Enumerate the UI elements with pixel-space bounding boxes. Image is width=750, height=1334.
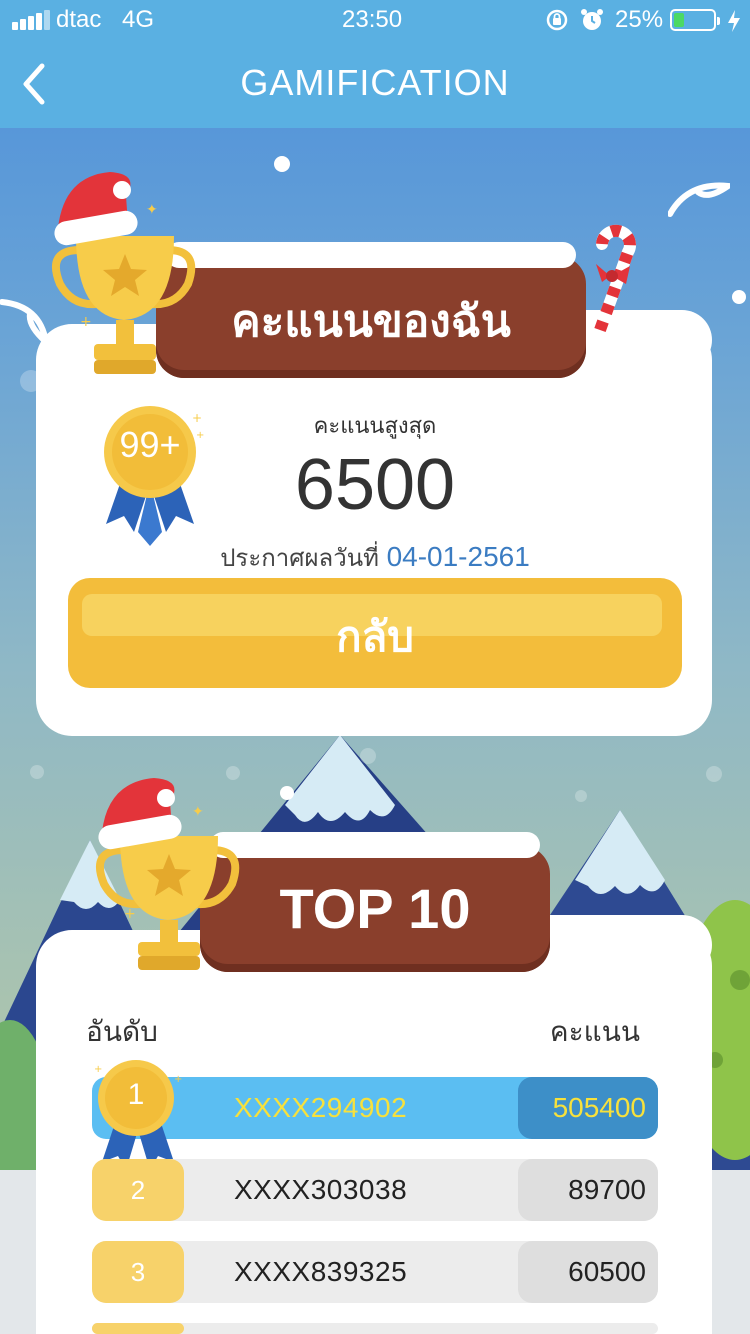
rotation-lock-icon bbox=[546, 9, 568, 31]
rank-badge: 2 bbox=[92, 1159, 184, 1221]
user-id: XXXX839325 bbox=[234, 1256, 408, 1287]
rank-column-header: อันดับ bbox=[86, 1015, 158, 1048]
user-id: XXXX294902 bbox=[234, 1092, 408, 1123]
charging-icon bbox=[728, 10, 740, 32]
network-type: 4G bbox=[122, 6, 155, 33]
svg-text:+: + bbox=[174, 1074, 182, 1085]
trophy-icon: ✦+ bbox=[52, 172, 196, 374]
page-title: GAMIFICATION bbox=[240, 62, 510, 103]
rank-badge bbox=[92, 1323, 184, 1334]
svg-text:+: + bbox=[94, 1064, 102, 1075]
snowflake bbox=[280, 786, 294, 800]
leaderboard-row-partial bbox=[92, 1323, 658, 1334]
snowflake bbox=[706, 766, 722, 782]
announce-line: ประกาศผลวันที่ 04-01-2561 bbox=[170, 538, 580, 577]
leaderboard-row: 3 XXXX839325 60500 bbox=[92, 1241, 658, 1303]
svg-text:+: + bbox=[192, 411, 202, 425]
snowflake bbox=[575, 790, 587, 802]
status-bar: dtac 4G 23:50 25% bbox=[0, 0, 750, 40]
svg-text:✦: ✦ bbox=[192, 804, 204, 820]
high-score-value: 6500 bbox=[294, 445, 456, 525]
my-score-signboard: คะแนนของฉัน bbox=[156, 242, 586, 378]
user-score: 89700 bbox=[518, 1159, 658, 1221]
user-score: 60500 bbox=[518, 1241, 658, 1303]
svg-text:+: + bbox=[80, 314, 92, 330]
signal-icon bbox=[12, 10, 52, 30]
candy-cane-icon bbox=[594, 224, 636, 336]
snowflake bbox=[30, 765, 44, 779]
svg-text:+: + bbox=[124, 906, 136, 922]
back-button-label: กลับ bbox=[336, 613, 414, 660]
announce-label: ประกาศผลวันที่ bbox=[220, 544, 379, 572]
swirl-decoration-icon bbox=[668, 182, 730, 217]
svg-text:✦: ✦ bbox=[146, 202, 158, 218]
nav-bar: GAMIFICATION bbox=[0, 40, 750, 128]
snowflake bbox=[360, 748, 376, 764]
carrier-name: dtac bbox=[56, 6, 102, 33]
snowflake bbox=[274, 156, 290, 172]
announce-date: 04-01-2561 bbox=[386, 541, 530, 572]
alarm-icon bbox=[581, 9, 603, 30]
clock: 23:50 bbox=[342, 6, 403, 33]
app-screen: dtac 4G 23:50 25% GAMIFICATION คะแนนของฉ… bbox=[0, 0, 750, 1334]
back-button[interactable]: กลับ bbox=[68, 578, 682, 688]
rank-number: 1 bbox=[127, 1078, 145, 1111]
my-score-header: คะแนนของฉัน bbox=[231, 296, 511, 347]
battery-percent: 25% bbox=[615, 6, 664, 33]
leaderboard-header: TOP 10 bbox=[279, 877, 471, 940]
medal-badge-text: 99+ bbox=[119, 424, 181, 465]
rank-badge: 3 bbox=[92, 1241, 184, 1303]
leaderboard-row: 2 XXXX303038 89700 bbox=[92, 1159, 658, 1221]
snowflake bbox=[732, 290, 746, 304]
leaderboard-signboard: TOP 10 bbox=[200, 832, 550, 972]
user-id: XXXX303038 bbox=[234, 1174, 408, 1205]
trophy-icon: ✦+ bbox=[96, 778, 240, 970]
score-column-header: คะแนน bbox=[549, 1015, 640, 1048]
battery-icon bbox=[670, 9, 720, 31]
user-score: 505400 bbox=[518, 1077, 658, 1139]
high-score-label: คะแนนสูงสุด bbox=[313, 414, 437, 439]
